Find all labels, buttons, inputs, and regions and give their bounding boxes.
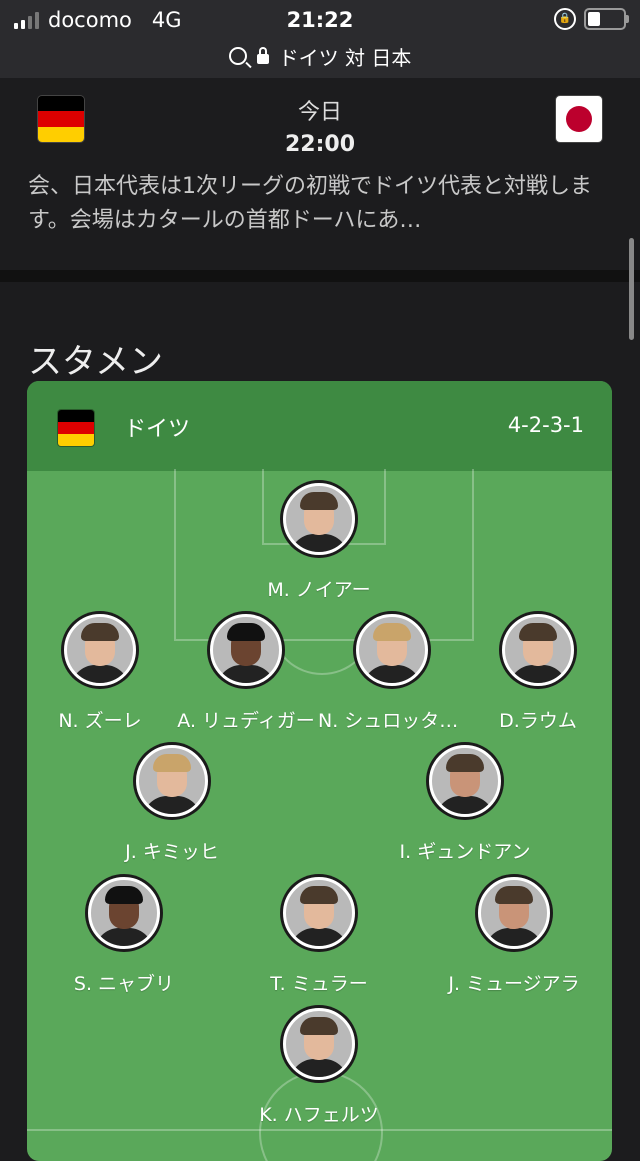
player-name: S. ニャブリ [73,973,175,995]
player-photo [283,877,355,949]
lineup-section-title: スタメン [28,342,163,383]
page-title: ドイツ 対 日本 [278,45,412,70]
player-photo [136,745,208,817]
kickoff-time: 22:00 [284,132,356,157]
player-name: A. リュディガー [177,710,315,732]
player-card[interactable]: I. ギュンドアン [385,745,545,864]
search-icon [228,47,247,65]
player-card[interactable]: K. ハフェルツ [239,1008,399,1127]
address-bar[interactable]: ドイツ 対 日本 [0,40,640,72]
team-header[interactable]: ドイツ 4-2-3-1 [27,381,612,471]
player-card[interactable]: J. キミッヒ [92,745,252,864]
player-card[interactable]: J. ミュージアラ [434,877,594,996]
lock-icon [256,47,269,64]
player-card[interactable]: S. ニャブリ [44,877,204,996]
player-name: K. ハフェルツ [259,1104,379,1126]
player-photo [210,614,282,686]
player-card[interactable]: D.ラウム [458,614,612,733]
player-name: I. ギュンドアン [399,841,531,863]
halfway-line [27,1129,612,1131]
player-photo [64,614,136,686]
section-divider [0,270,640,282]
scrollbar[interactable] [629,238,634,340]
player-photo [502,614,574,686]
player-card[interactable]: M. ノイアー [239,483,399,602]
team-name: ドイツ [124,417,191,442]
player-photo [356,614,428,686]
rotation-lock-icon: 🔒 [554,8,576,30]
player-name: J. キミッヒ [125,841,219,863]
player-name: N. シュロッターベック [318,710,472,732]
player-name: M. ノイアー [267,579,371,601]
article-snippet[interactable]: 日本時間 【NHK】 サッカー ワールドカップ カタール大会、日本代表は1次リー… [0,170,640,270]
battery-icon [584,8,629,30]
match-day: 今日 [297,100,342,125]
player-name: D.ラウム [499,710,577,732]
article-text: 日本時間 【NHK】 サッカー ワールドカップ カタール大会、日本代表は1次リー… [28,174,592,233]
status-bar: docomo 4G 21:22 🔒 [0,0,640,40]
player-name: T. ミュラー [270,973,368,995]
player-card[interactable]: T. ミュラー [239,877,399,996]
player-card[interactable]: N. ズーレ [27,614,180,733]
clock: 21:22 [286,8,354,32]
player-photo [283,483,355,555]
player-name: J. ミュージアラ [448,973,580,995]
player-photo [88,877,160,949]
player-card[interactable]: A. リュディガー [166,614,326,733]
player-card[interactable]: N. シュロッターベック [312,614,472,733]
player-photo [478,877,550,949]
browser-top-bar: docomo 4G 21:22 🔒 ドイツ 対 日本 [0,0,640,78]
lineup-card: ドイツ 4-2-3-1 M. ノイアー N. ズーレ A. リュディガー N. … [27,381,612,1161]
player-photo [283,1008,355,1080]
match-header: 今日 22:00 [0,78,640,170]
player-photo [429,745,501,817]
japan-flag-icon[interactable] [555,95,603,143]
formation: 4-2-3-1 [507,413,584,437]
player-name: N. ズーレ [58,710,142,732]
germany-flag-icon [57,409,95,447]
